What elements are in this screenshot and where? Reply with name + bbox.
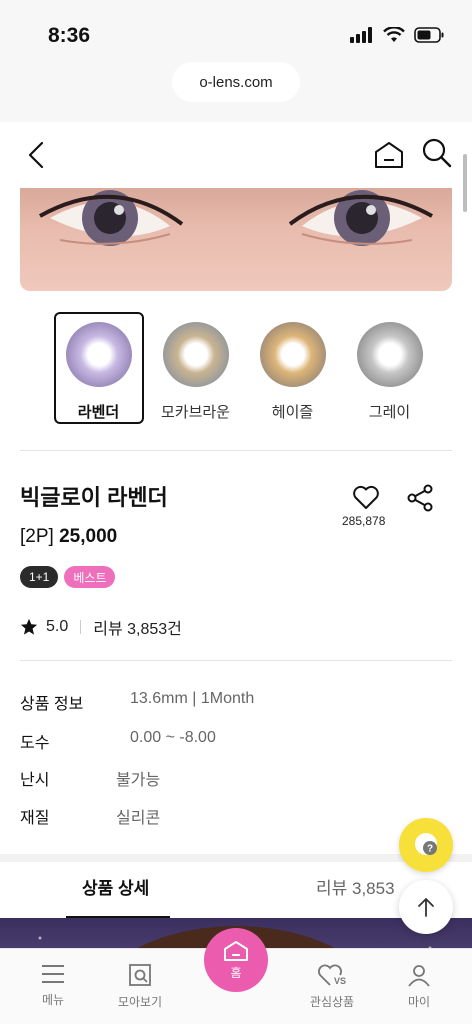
home-icon[interactable] bbox=[372, 138, 406, 172]
spec-row: 상품 정보 13.6mm | 1Month bbox=[20, 690, 254, 714]
rating-score: 5.0 bbox=[46, 618, 69, 635]
badge-list: 1+1 베스트 bbox=[20, 566, 116, 588]
home-icon bbox=[224, 940, 248, 961]
spec-row: 도수 0.00 ~ -8.00 bbox=[20, 729, 216, 753]
nav-menu[interactable]: 메뉴 bbox=[6, 949, 100, 1024]
chat-help-button[interactable]: ? bbox=[399, 818, 453, 872]
product-eye-photo bbox=[20, 188, 452, 291]
search-icon[interactable] bbox=[420, 136, 454, 170]
spec-row: 난시 불가능 bbox=[20, 766, 160, 790]
nav-my[interactable]: 마이 bbox=[372, 949, 466, 1024]
color-option-mocha-brown[interactable]: 모카브라운 bbox=[147, 312, 244, 424]
color-option-label: 그레이 bbox=[368, 404, 411, 421]
arrow-up-icon bbox=[418, 898, 434, 917]
spec-row: 재질 실리콘 bbox=[20, 804, 160, 828]
spec-key: 난시 bbox=[20, 772, 50, 789]
lens-swatch bbox=[162, 322, 229, 387]
review-count[interactable]: 리뷰 3,853건 bbox=[93, 615, 182, 639]
heart-vs-icon: VS bbox=[318, 964, 346, 986]
battery-icon bbox=[414, 27, 444, 43]
star-icon bbox=[20, 618, 38, 635]
nav-home[interactable]: 홈 bbox=[204, 928, 268, 992]
svg-text:?: ? bbox=[427, 844, 433, 855]
badge-best: 베스트 bbox=[64, 566, 116, 588]
rating-separator bbox=[80, 620, 82, 634]
share-icon[interactable] bbox=[406, 484, 434, 512]
nav-home-label: 홈 bbox=[230, 965, 242, 980]
gallery-search-icon bbox=[129, 964, 151, 986]
lens-swatch bbox=[65, 322, 132, 387]
product-pack: [2P] bbox=[20, 526, 54, 547]
scroll-to-top-button[interactable] bbox=[399, 880, 453, 934]
nav-browse[interactable]: 모아보기 bbox=[93, 949, 187, 1024]
spec-value: 불가능 bbox=[116, 772, 161, 789]
color-option-label: 라벤더 bbox=[77, 404, 120, 421]
spec-value: 13.6mm | 1Month bbox=[130, 690, 255, 707]
divider bbox=[20, 450, 452, 451]
color-option-label: 헤이즐 bbox=[271, 404, 314, 421]
menu-icon bbox=[42, 965, 64, 983]
heart-icon[interactable] bbox=[352, 484, 380, 510]
lens-swatch bbox=[259, 322, 326, 387]
cellular-signal-icon bbox=[350, 27, 372, 43]
user-icon bbox=[408, 965, 430, 987]
browser-chrome bbox=[0, 0, 472, 122]
nav-my-label: 마이 bbox=[407, 995, 431, 1009]
lens-swatch bbox=[356, 322, 423, 387]
scrollbar-thumb[interactable] bbox=[463, 154, 467, 212]
spec-key: 재질 bbox=[20, 810, 50, 827]
badge-one-plus-one: 1+1 bbox=[20, 566, 59, 588]
nav-browse-label: 모아보기 bbox=[117, 995, 163, 1009]
nav-menu-label: 메뉴 bbox=[41, 993, 65, 1007]
color-option-frame: 라벤더 bbox=[53, 312, 144, 424]
page-header bbox=[0, 122, 472, 188]
divider bbox=[20, 660, 452, 661]
svg-text:VS: VS bbox=[334, 976, 346, 986]
color-option-hazel[interactable]: 헤이즐 bbox=[244, 312, 341, 424]
product-price-amount: 25,000 bbox=[59, 526, 118, 547]
color-option-lavender[interactable]: 라벤더 bbox=[50, 312, 147, 424]
status-icons bbox=[350, 27, 444, 43]
product-title: 빅글로이 라벤더 bbox=[20, 485, 168, 510]
chat-bubble-icon: ? bbox=[415, 833, 437, 855]
spec-value: 0.00 ~ -8.00 bbox=[130, 729, 216, 746]
back-icon[interactable] bbox=[22, 138, 52, 172]
tab-reviews[interactable]: 리뷰 3,853 bbox=[316, 874, 395, 899]
status-time: 8:36 bbox=[48, 24, 91, 47]
like-count: 285,878 bbox=[342, 514, 386, 528]
product-price: [2P] 25,000 bbox=[20, 526, 117, 548]
spec-key: 도수 bbox=[20, 735, 50, 752]
url-bar[interactable]: o-lens.com bbox=[172, 62, 300, 102]
spec-value: 실리콘 bbox=[116, 810, 161, 827]
color-option-frame: 그레이 bbox=[345, 312, 435, 424]
color-option-list: 라벤더 모카브라운 헤이즐 그레이 bbox=[50, 312, 438, 424]
color-option-label: 모카브라운 bbox=[160, 404, 230, 421]
spec-key: 상품 정보 bbox=[20, 696, 84, 713]
wifi-icon bbox=[383, 27, 405, 42]
tab-product-detail[interactable]: 상품 상세 bbox=[82, 874, 149, 899]
color-option-frame: 모카브라운 bbox=[151, 312, 241, 424]
color-option-gray[interactable]: 그레이 bbox=[341, 312, 438, 424]
nav-wishlist[interactable]: VS 관심상품 bbox=[285, 949, 379, 1024]
color-option-frame: 헤이즐 bbox=[248, 312, 338, 424]
rating-row[interactable]: 5.0 리뷰 3,853건 bbox=[20, 615, 182, 639]
nav-wishlist-label: 관심상품 bbox=[309, 995, 355, 1009]
